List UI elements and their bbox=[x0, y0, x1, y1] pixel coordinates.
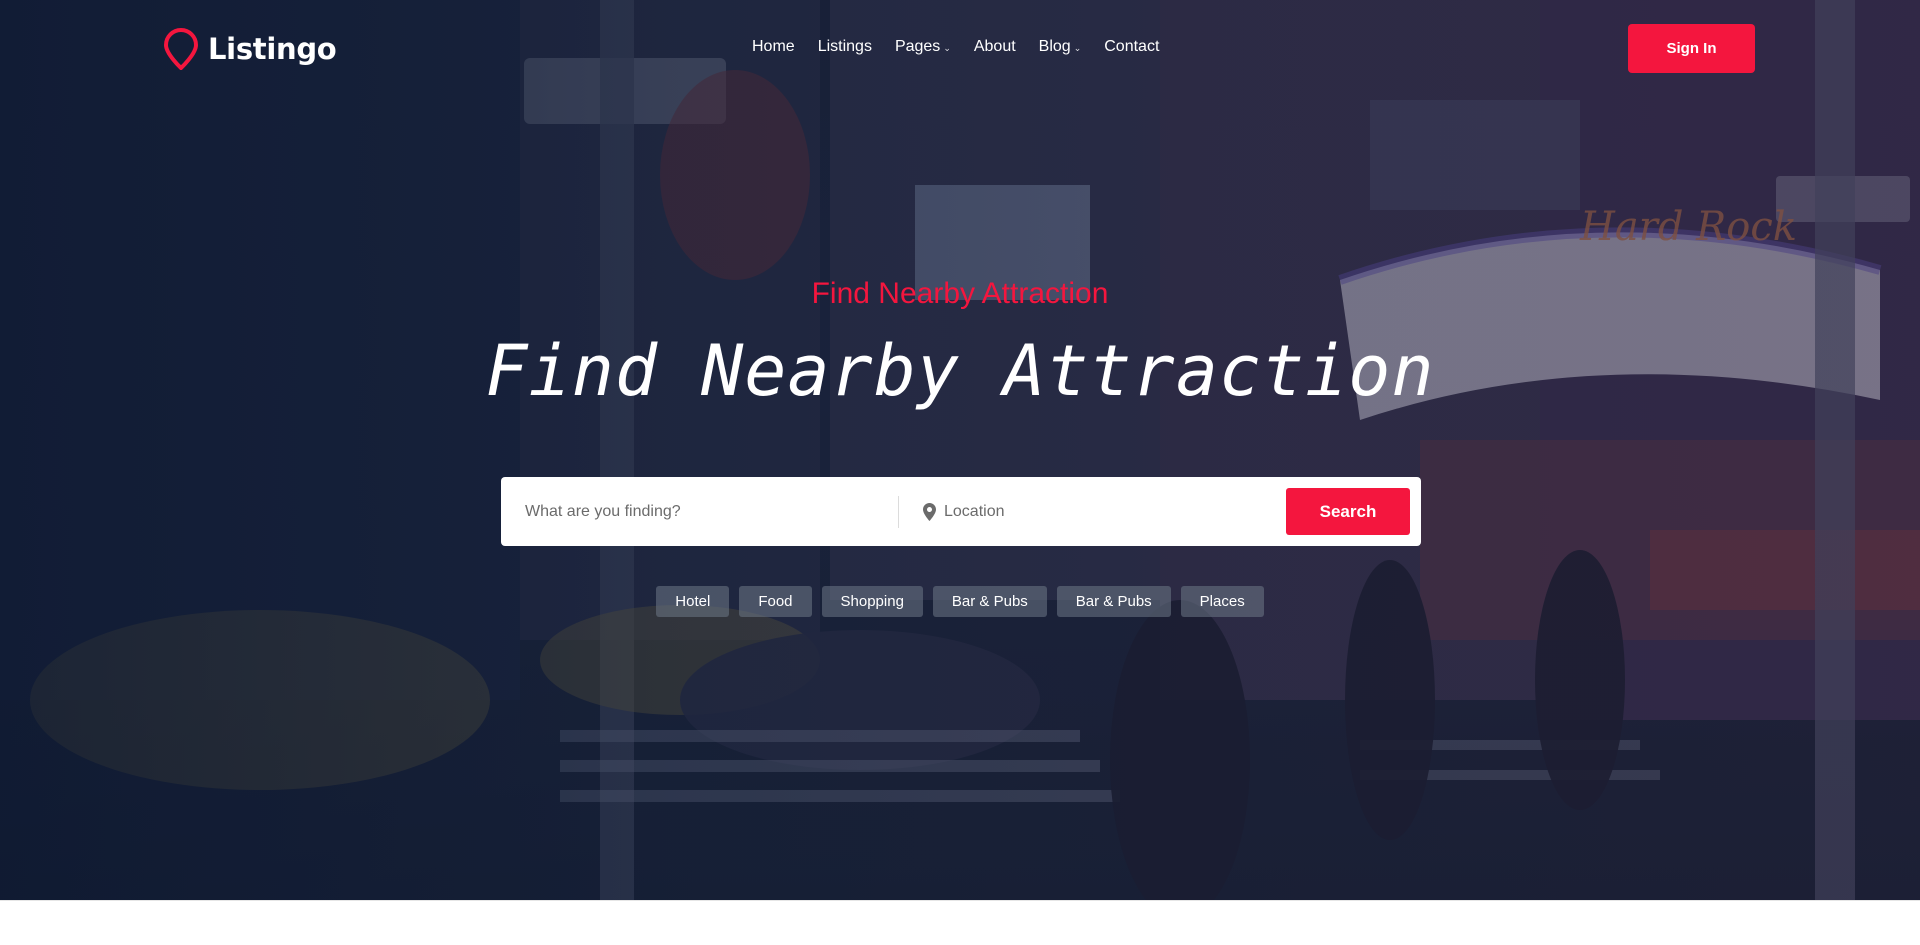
search-button[interactable]: Search bbox=[1286, 488, 1410, 535]
nav-item-listings[interactable]: Listings bbox=[818, 38, 872, 56]
tag-shopping[interactable]: Shopping bbox=[821, 586, 923, 617]
hero-subtitle: Find Nearby Attraction bbox=[811, 277, 1109, 310]
site-logo[interactable]: Listingo bbox=[164, 28, 337, 70]
hero-section: Hard Rock bbox=[0, 0, 1920, 900]
nav-label: Blog bbox=[1038, 38, 1071, 55]
main-nav: Home Listings Pages ⌄ About Blog ⌄ Conta… bbox=[752, 38, 1182, 56]
location-pin-icon bbox=[923, 502, 936, 521]
tag-bar-pubs-2[interactable]: Bar & Pubs bbox=[1056, 586, 1171, 617]
page-content-start bbox=[0, 900, 1920, 945]
search-form: Search bbox=[501, 477, 1421, 546]
nav-item-contact[interactable]: Contact bbox=[1104, 38, 1159, 56]
category-tags: Hotel Food Shopping Bar & Pubs Bar & Pub… bbox=[0, 586, 1920, 617]
sign-in-button[interactable]: Sign In bbox=[1628, 24, 1755, 73]
nav-label: Listings bbox=[817, 38, 872, 55]
hero-title: Find Nearby Attraction bbox=[485, 330, 1435, 412]
tag-bar-pubs[interactable]: Bar & Pubs bbox=[932, 586, 1047, 617]
nav-item-home[interactable]: Home bbox=[752, 38, 795, 56]
nav-label: About bbox=[973, 38, 1016, 55]
tag-food[interactable]: Food bbox=[739, 586, 812, 617]
nav-label: Contact bbox=[1104, 38, 1160, 55]
nav-item-blog[interactable]: Blog ⌄ bbox=[1039, 38, 1082, 56]
map-pin-icon bbox=[164, 28, 198, 70]
keyword-search-input[interactable] bbox=[501, 477, 898, 546]
tag-hotel[interactable]: Hotel bbox=[656, 586, 730, 617]
location-input[interactable] bbox=[944, 477, 1285, 546]
chevron-down-icon: ⌄ bbox=[1073, 43, 1082, 53]
hero-overlay bbox=[0, 0, 1920, 900]
logo-text: Listingo bbox=[208, 32, 337, 66]
chevron-down-icon: ⌄ bbox=[943, 43, 951, 53]
tag-places[interactable]: Places bbox=[1180, 586, 1264, 617]
nav-label: Pages bbox=[894, 38, 941, 55]
location-field[interactable] bbox=[899, 477, 1285, 546]
nav-item-about[interactable]: About bbox=[974, 38, 1016, 56]
nav-label: Home bbox=[752, 38, 795, 55]
nav-item-pages[interactable]: Pages ⌄ bbox=[895, 38, 951, 56]
